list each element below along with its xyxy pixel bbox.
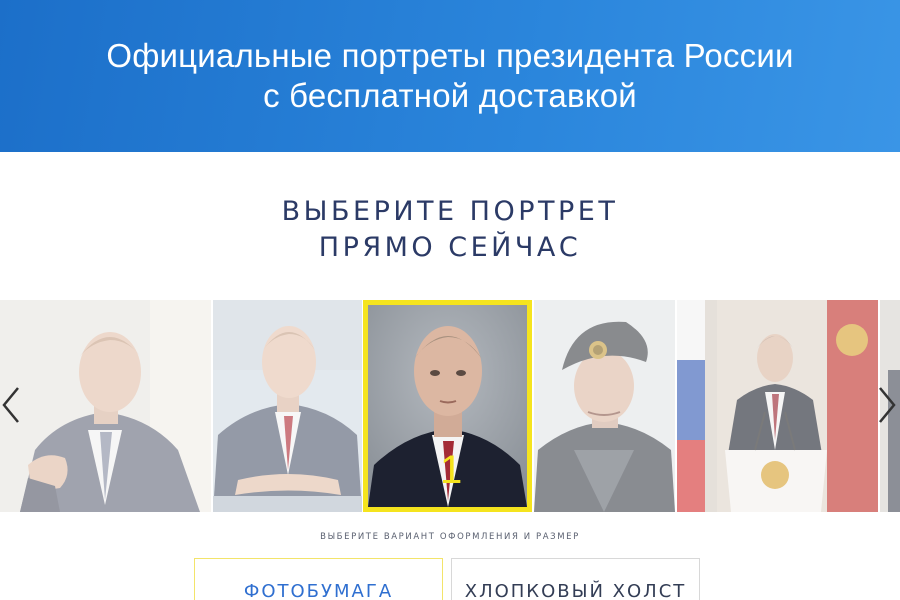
hero-title-line-1: Официальные портреты президента России xyxy=(106,37,794,74)
portrait-carousel: 1 xyxy=(0,300,900,512)
selected-number-label: 1 xyxy=(440,448,463,492)
portrait-podium-flags[interactable] xyxy=(677,300,878,512)
chevron-left-icon xyxy=(2,387,19,423)
section-title-line-1: ВЫБЕРИТЕ ПОРТРЕТ xyxy=(281,196,619,227)
portrait-seated-fist-image xyxy=(0,300,211,512)
hero-title-line-2: с бесплатной доставкой xyxy=(263,77,637,114)
photo-paper-option[interactable]: ФОТОБУМАГА xyxy=(194,558,443,600)
portrait-smiling-desk[interactable] xyxy=(213,300,362,512)
carousel-prev-button[interactable] xyxy=(0,385,22,425)
section-title-line-2: ПРЯМО СЕЙЧАС xyxy=(318,232,582,263)
portrait-navy-cap-image xyxy=(534,300,675,512)
hero-banner: Официальные портреты президента России с… xyxy=(0,0,900,152)
portrait-navy-cap[interactable] xyxy=(534,300,675,512)
chevron-right-icon xyxy=(879,387,896,423)
section-title: ВЫБЕРИТЕ ПОРТРЕТ ПРЯМО СЕЙЧАС xyxy=(0,194,900,266)
cotton-canvas-option[interactable]: ХЛОПКОВЫЙ ХОЛСТ xyxy=(451,558,700,600)
portrait-official[interactable]: 1 xyxy=(363,300,532,512)
photo-paper-label: ФОТОБУМАГА xyxy=(243,581,394,600)
carousel-next-button[interactable] xyxy=(876,385,898,425)
portrait-podium-flags-image xyxy=(677,300,878,512)
portrait-seated-fist[interactable] xyxy=(0,300,211,512)
cotton-canvas-label: ХЛОПКОВЫЙ ХОЛСТ xyxy=(464,581,687,600)
portrait-smiling-desk-image xyxy=(213,300,362,512)
options-subtitle: ВЫБЕРИТЕ ВАРИАНТ ОФОРМЛЕНИЯ И РАЗМЕР xyxy=(320,532,580,542)
